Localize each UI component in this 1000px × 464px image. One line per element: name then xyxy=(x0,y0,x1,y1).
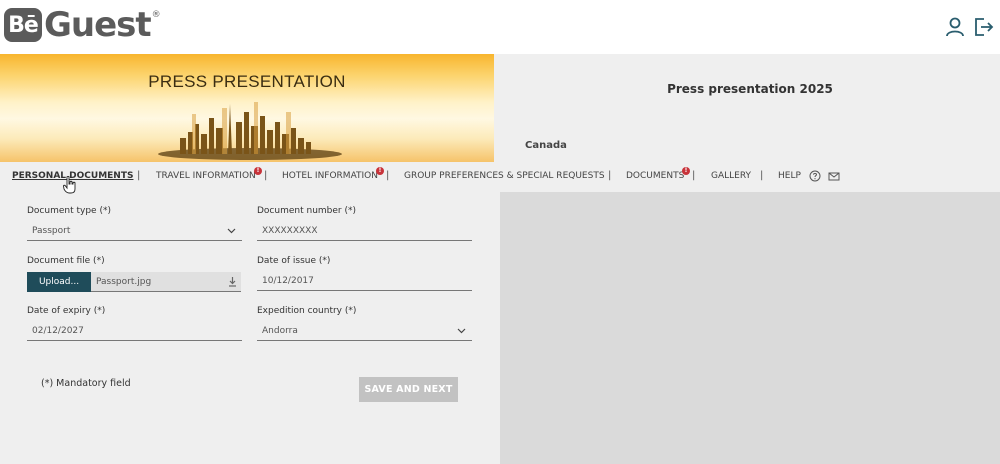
date-of-expiry-field: Date of expiry (*) 02/12/2027 xyxy=(27,306,242,341)
date-of-issue-field: Date of issue (*) 10/12/2017 xyxy=(257,256,472,291)
document-number-input[interactable]: XXXXXXXXX xyxy=(257,221,472,241)
document-number-label: Document number (*) xyxy=(257,206,356,216)
hand-cursor-icon xyxy=(63,176,76,194)
tab-group-preferences[interactable]: GROUP PREFERENCES & SPECIAL REQUESTS xyxy=(404,171,605,181)
nav-separator: | xyxy=(692,170,696,181)
banner-title: PRESS PRESENTATION xyxy=(148,72,346,91)
document-type-select[interactable]: Passport xyxy=(27,221,242,241)
upload-button[interactable]: Upload... xyxy=(27,272,91,292)
expedition-country-value: Andorra xyxy=(262,325,298,336)
date-of-issue-label: Date of issue (*) xyxy=(257,256,331,266)
tab-help[interactable]: HELP xyxy=(778,171,801,181)
registered-mark: ® xyxy=(151,10,161,20)
logo-wordmark: Guest xyxy=(44,5,152,45)
uploaded-file-name: Passport.jpg xyxy=(91,272,241,292)
nav-separator: | xyxy=(608,170,612,181)
expedition-country-select[interactable]: Andorra xyxy=(257,321,472,341)
nav-separator: | xyxy=(264,170,268,181)
document-type-value: Passport xyxy=(32,225,71,236)
file-name-text: Passport.jpg xyxy=(96,276,152,287)
document-number-field: Document number (*) XXXXXXXXX xyxy=(257,206,472,241)
city-skyline-image xyxy=(158,102,342,160)
save-and-next-button[interactable]: SAVE AND NEXT xyxy=(359,377,458,402)
download-icon[interactable] xyxy=(228,277,237,287)
document-file-label: Document file (*) xyxy=(27,256,105,266)
date-of-issue-input[interactable]: 10/12/2017 xyxy=(257,271,472,291)
section-nav: PERSONAL DOCUMENTS | TRAVEL INFORMATION … xyxy=(0,162,1000,192)
alert-badge: ! xyxy=(682,167,690,175)
event-title: Press presentation 2025 xyxy=(667,82,833,96)
alert-badge: ! xyxy=(254,167,262,175)
nav-separator: | xyxy=(386,170,390,181)
mandatory-field-note: (*) Mandatory field xyxy=(41,378,131,389)
logout-icon[interactable] xyxy=(972,16,994,38)
personal-documents-form: Document type (*) Passport Document numb… xyxy=(0,192,500,464)
tab-travel-information[interactable]: TRAVEL INFORMATION xyxy=(156,171,256,181)
tab-gallery[interactable]: GALLERY xyxy=(711,171,751,181)
nav-separator: | xyxy=(760,170,764,181)
question-circle-icon[interactable] xyxy=(809,170,821,182)
envelope-icon[interactable] xyxy=(828,170,840,182)
date-of-expiry-label: Date of expiry (*) xyxy=(27,306,106,316)
event-banner-area: PRESS PRESENTATION Press presentation 20… xyxy=(0,54,1000,162)
document-file-field: Document file (*) Upload... Passport.jpg xyxy=(27,256,242,292)
date-of-expiry-input[interactable]: 02/12/2027 xyxy=(27,321,242,341)
event-country: Canada xyxy=(525,140,567,151)
app-header: Bē Guest ® xyxy=(0,0,1000,54)
user-icon[interactable] xyxy=(944,16,966,38)
chevron-down-icon xyxy=(457,328,466,334)
nav-separator: | xyxy=(137,170,141,181)
expedition-country-field: Expedition country (*) Andorra xyxy=(257,306,472,341)
document-type-label: Document type (*) xyxy=(27,206,111,216)
side-panel xyxy=(500,192,1000,464)
document-type-field: Document type (*) Passport xyxy=(27,206,242,241)
tab-documents[interactable]: DOCUMENTS xyxy=(626,171,684,181)
alert-badge: ! xyxy=(376,167,384,175)
logo-mark: Bē xyxy=(4,8,42,42)
event-banner: PRESS PRESENTATION xyxy=(0,54,494,162)
beguest-logo[interactable]: Bē Guest ® xyxy=(4,6,161,44)
chevron-down-icon xyxy=(227,228,236,234)
expedition-country-label: Expedition country (*) xyxy=(257,306,357,316)
tab-hotel-information[interactable]: HOTEL INFORMATION xyxy=(282,171,378,181)
